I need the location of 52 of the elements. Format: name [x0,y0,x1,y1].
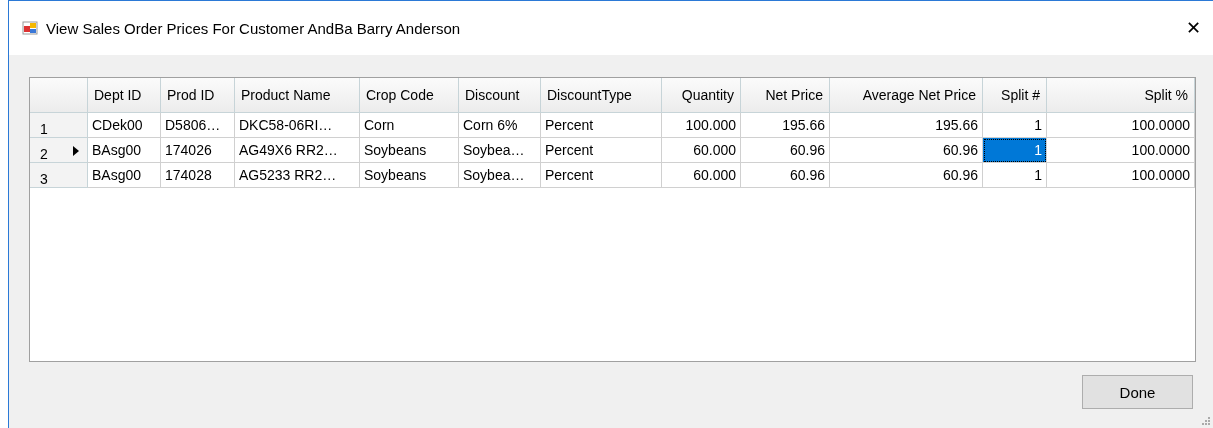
done-button[interactable]: Done [1082,375,1193,409]
table-cell[interactable]: 100.0000 [1047,113,1195,138]
table-cell[interactable]: AG49X6 RR2… [235,138,360,163]
table-cell[interactable]: 60.000 [662,163,741,188]
column-header[interactable]: Quantity [662,78,741,113]
resize-grip-icon [1202,417,1210,425]
current-row-icon [73,146,79,156]
row-header[interactable]: 1 [30,113,88,138]
column-header[interactable]: DiscountType [541,78,662,113]
table-cell[interactable]: 1 [983,138,1047,163]
column-header[interactable]: Dept ID [88,78,161,113]
table-cell[interactable]: Percent [541,138,662,163]
table-cell[interactable]: 100.0000 [1047,163,1195,188]
table-cell[interactable]: 60.96 [830,163,983,188]
app-icon [22,20,38,36]
table-cell[interactable]: CDek00 [88,113,161,138]
table-cell[interactable]: Soybeans [360,163,459,188]
close-button[interactable]: ✕ [1186,17,1201,39]
table-cell[interactable]: Corn 6% [459,113,541,138]
table-cell[interactable]: Soybea… [459,163,541,188]
table-cell[interactable]: BAsg00 [88,138,161,163]
column-header[interactable]: Product Name [235,78,360,113]
table-cell[interactable]: 195.66 [830,113,983,138]
table-cell[interactable]: 174028 [161,163,235,188]
table-cell[interactable]: AG5233 RR2… [235,163,360,188]
table-cell[interactable]: 195.66 [741,113,830,138]
column-header[interactable]: Split % [1047,78,1195,113]
column-header[interactable]: Discount [459,78,541,113]
table-cell[interactable]: 60.000 [662,138,741,163]
table-cell[interactable]: Percent [541,113,662,138]
table-cell[interactable]: 100.0000 [1047,138,1195,163]
corner-header [30,78,88,113]
table-cell[interactable]: Soybea… [459,138,541,163]
table-cell[interactable]: 1 [983,163,1047,188]
table-cell[interactable]: Percent [541,163,662,188]
column-header[interactable]: Average Net Price [830,78,983,113]
table-cell[interactable]: 60.96 [741,163,830,188]
column-header[interactable]: Split # [983,78,1047,113]
column-header[interactable]: Crop Code [360,78,459,113]
table-cell[interactable]: 174026 [161,138,235,163]
table-cell[interactable]: 100.000 [662,113,741,138]
table-cell[interactable]: BAsg00 [88,163,161,188]
table-cell[interactable]: DKC58-06RI… [235,113,360,138]
row-header[interactable]: 3 [30,163,88,188]
column-header[interactable]: Net Price [741,78,830,113]
table-cell[interactable]: Soybeans [360,138,459,163]
column-header[interactable]: Prod ID [161,78,235,113]
table-cell[interactable]: 60.96 [741,138,830,163]
table-cell[interactable]: D5806… [161,113,235,138]
window-title: View Sales Order Prices For Customer AndBa Barry Anderson [46,19,462,37]
row-header[interactable]: 2 [30,138,88,163]
table-cell[interactable]: Corn [360,113,459,138]
